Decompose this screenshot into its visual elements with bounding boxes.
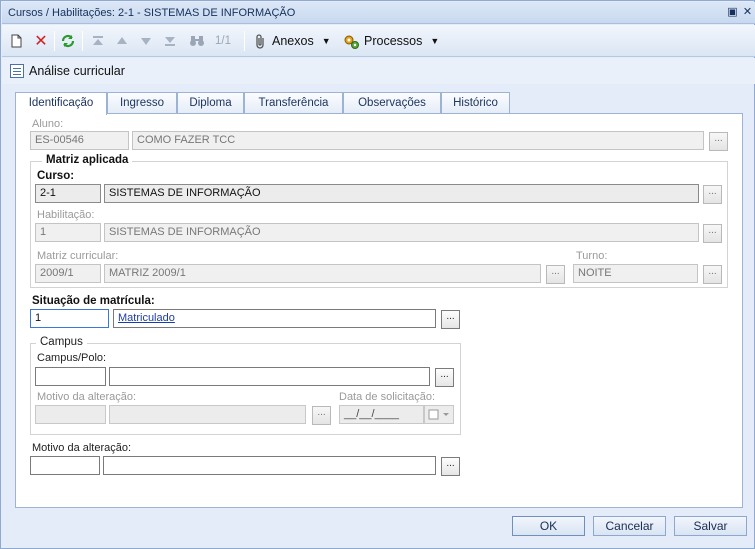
- section-title: Análise curricular: [29, 64, 125, 78]
- title-bar: Cursos / Habilitações: 2-1 - SISTEMAS DE…: [2, 2, 755, 24]
- tab-observacoes[interactable]: Observações: [343, 92, 441, 114]
- ok-button[interactable]: OK: [512, 516, 585, 536]
- chevron-down-icon: ▼: [430, 36, 440, 46]
- last-record-icon[interactable]: [161, 31, 179, 51]
- next-record-icon[interactable]: [137, 31, 155, 51]
- gears-icon: [344, 35, 359, 49]
- data-solicitacao-field[interactable]: __/__/____: [339, 405, 424, 424]
- campus-motivo-name-field[interactable]: [109, 405, 306, 424]
- chevron-down-icon: ▼: [321, 36, 331, 46]
- curso-label: Curso:: [37, 170, 75, 182]
- processos-menu-button[interactable]: Processos ▼: [344, 32, 439, 50]
- aluno-lookup-button[interactable]: ...: [709, 132, 728, 151]
- campus-code-field[interactable]: [35, 367, 106, 386]
- toolbar-separator: [244, 31, 245, 51]
- curso-lookup-button[interactable]: ...: [703, 185, 722, 204]
- habilitacao-lookup-button[interactable]: ...: [703, 224, 722, 243]
- delete-icon[interactable]: ✕: [32, 31, 50, 51]
- aluno-label: Aluno:: [32, 118, 64, 130]
- motivo-code-field[interactable]: [30, 456, 100, 475]
- campus-polo-label: Campus/Polo:: [37, 352, 107, 364]
- matriz-curricular-label: Matriz curricular:: [37, 250, 119, 262]
- processos-label: Processos: [364, 34, 423, 48]
- calendar-icon: [428, 409, 449, 420]
- motivo-lookup-button[interactable]: ...: [441, 457, 460, 476]
- restore-icon[interactable]: ▣: [727, 7, 738, 18]
- matriz-curricular-code-field[interactable]: 2009/1: [35, 264, 101, 283]
- matriz-aplicada-legend: Matriz aplicada: [42, 154, 133, 166]
- toolbar-separator: [54, 31, 55, 51]
- close-icon[interactable]: ✕: [742, 7, 753, 18]
- campus-motivo-lookup-button[interactable]: ...: [312, 406, 331, 425]
- matriz-curricular-name-field[interactable]: MATRIZ 2009/1: [104, 264, 541, 283]
- campus-motivo-label: Motivo da alteração:: [37, 391, 137, 403]
- turno-label: Turno:: [576, 250, 608, 262]
- campus-lookup-button[interactable]: ...: [435, 368, 454, 387]
- tab-historico[interactable]: Histórico: [441, 92, 510, 114]
- turno-lookup-button[interactable]: ...: [703, 265, 722, 284]
- motivo-name-field[interactable]: [103, 456, 436, 475]
- binoculars-icon[interactable]: [187, 31, 207, 51]
- save-button[interactable]: Salvar: [674, 516, 747, 536]
- tab-ingresso[interactable]: Ingresso: [107, 92, 177, 114]
- anexos-label: Anexos: [272, 34, 314, 48]
- motivo-label: Motivo da alteração:: [32, 442, 132, 454]
- tab-identificacao[interactable]: Identificação: [15, 92, 107, 115]
- situacao-code-field[interactable]: 1: [30, 309, 109, 328]
- toolbar: ✕ 1/1 Anexos ▼ Processos ▼: [2, 25, 755, 57]
- tab-transferencia[interactable]: Transferência: [244, 92, 343, 114]
- curso-code-field[interactable]: 2-1: [35, 184, 101, 203]
- situacao-label: Situação de matrícula:: [32, 295, 155, 307]
- aluno-code-field[interactable]: ES-00546: [30, 131, 129, 150]
- matriz-curricular-lookup-button[interactable]: ...: [546, 265, 565, 284]
- section-header: Análise curricular: [2, 58, 755, 84]
- paperclip-icon: [256, 33, 264, 49]
- habilitacao-code-field[interactable]: 1: [35, 223, 101, 242]
- dialog-window: Cursos / Habilitações: 2-1 - SISTEMAS DE…: [0, 0, 755, 549]
- data-solicitacao-label: Data de solicitação:: [339, 391, 435, 403]
- aluno-name-field[interactable]: COMO FAZER TCC: [132, 131, 704, 150]
- campus-name-field[interactable]: [109, 367, 430, 386]
- date-picker-button[interactable]: [424, 405, 454, 424]
- turno-field[interactable]: NOITE: [573, 264, 698, 283]
- previous-record-icon[interactable]: [113, 31, 131, 51]
- curso-name-field[interactable]: SISTEMAS DE INFORMAÇÃO: [104, 184, 699, 203]
- document-list-icon: [10, 64, 24, 78]
- habilitacao-name-field[interactable]: SISTEMAS DE INFORMAÇÃO: [104, 223, 699, 242]
- tab-diploma[interactable]: Diploma: [177, 92, 244, 114]
- situacao-value-field[interactable]: Matriculado: [113, 309, 436, 328]
- anexos-menu-button[interactable]: Anexos ▼: [254, 32, 331, 50]
- habilitacao-label: Habilitação:: [37, 209, 95, 221]
- window-title: Cursos / Habilitações: 2-1 - SISTEMAS DE…: [8, 7, 296, 19]
- campus-motivo-code-field[interactable]: [35, 405, 106, 424]
- first-record-icon[interactable]: [89, 31, 107, 51]
- new-icon[interactable]: [8, 31, 24, 51]
- campus-legend: Campus: [36, 336, 87, 348]
- cancel-button[interactable]: Cancelar: [593, 516, 666, 536]
- refresh-icon[interactable]: [59, 31, 77, 51]
- paging-indicator: 1/1: [215, 35, 231, 47]
- situacao-lookup-button[interactable]: ...: [441, 310, 460, 329]
- toolbar-separator: [82, 31, 83, 51]
